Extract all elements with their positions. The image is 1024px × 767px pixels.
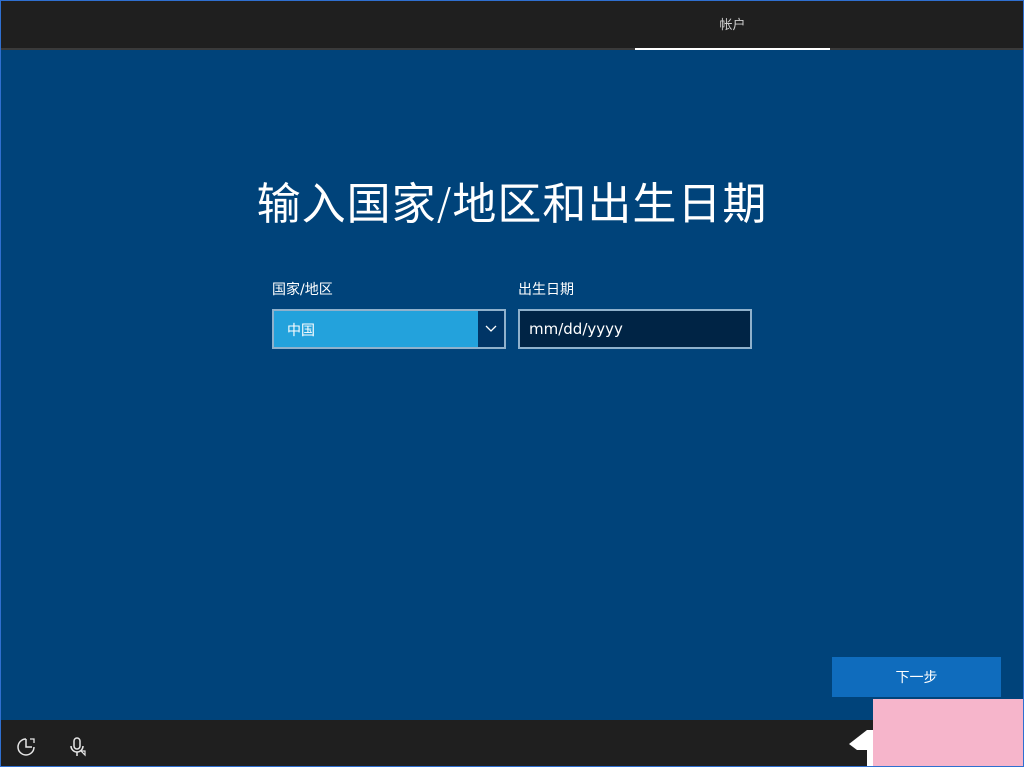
tab-account[interactable]: 帐户 <box>635 1 830 50</box>
main-panel: 输入国家/地区和出生日期 国家/地区 出生日期 中国 下一步 <box>1 50 1023 720</box>
country-select[interactable]: 中国 <box>272 309 506 349</box>
overlay-block <box>873 699 1023 766</box>
dropdown-button[interactable] <box>478 311 504 347</box>
oobe-window: 帐户 输入国家/地区和出生日期 国家/地区 出生日期 中国 下一步 <box>0 0 1024 767</box>
next-button[interactable]: 下一步 <box>832 657 1001 697</box>
dob-label: 出生日期 <box>518 282 574 298</box>
tab-account-label: 帐户 <box>719 18 746 33</box>
page-title: 输入国家/地区和出生日期 <box>256 179 768 230</box>
bottom-bar <box>1 699 1023 766</box>
country-select-value: 中国 <box>287 323 315 339</box>
accessibility-icon[interactable] <box>15 736 37 758</box>
microphone-icon[interactable] <box>67 736 89 758</box>
dob-input[interactable] <box>518 309 752 349</box>
top-bar: 帐户 <box>1 1 1023 50</box>
country-label: 国家/地区 <box>272 282 333 298</box>
chevron-down-icon <box>485 325 497 332</box>
